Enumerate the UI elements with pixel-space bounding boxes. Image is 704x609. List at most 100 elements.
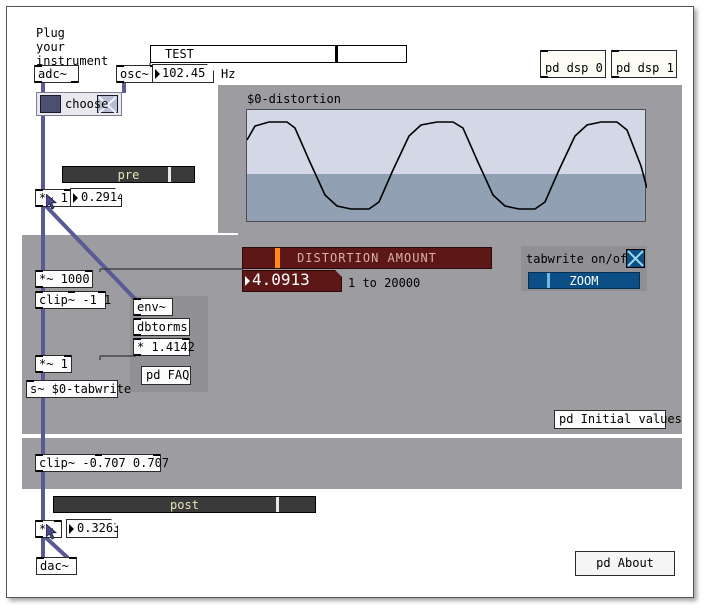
numberbox-distortion-amount[interactable]: 4.0913 xyxy=(242,270,342,292)
outlet-nub xyxy=(134,354,141,356)
inlet-nub xyxy=(67,291,75,293)
graph-distortion[interactable]: $0-distortion xyxy=(246,92,647,222)
outlet-nub xyxy=(35,81,42,83)
inlet-nub xyxy=(36,291,43,293)
object-env[interactable]: env~ xyxy=(133,298,173,316)
subpatch-about[interactable]: pd About xyxy=(575,551,675,576)
inlet-nub xyxy=(36,454,43,456)
slider-zoom[interactable]: ZOOM xyxy=(528,272,640,289)
inlet-nub xyxy=(541,50,548,52)
graph-waveform xyxy=(247,121,647,210)
toggle-tabwrite[interactable] xyxy=(626,249,645,268)
inlet-nub xyxy=(153,454,160,456)
object-dac[interactable]: dac~ xyxy=(36,557,77,575)
object-label: dbtorms xyxy=(137,320,188,334)
outlet-nub xyxy=(36,307,43,309)
inlet-nub xyxy=(27,380,34,382)
mouse-cursor-icon xyxy=(46,524,57,540)
numberbox-value: 0.3263 xyxy=(77,521,121,535)
slider-label: DISTORTION AMOUNT xyxy=(297,251,437,265)
object-label: osc~ xyxy=(120,67,149,81)
hradio-cell-0[interactable] xyxy=(40,95,61,113)
comment-range-hint: 1 to 20000 xyxy=(348,276,421,290)
object-label: dac~ xyxy=(40,559,69,573)
object-mult-1000[interactable]: *~ 1000 xyxy=(35,270,93,288)
inlet-nub xyxy=(64,355,71,357)
slider-label: post xyxy=(170,497,199,512)
subpatch-faq[interactable]: pd FAQ xyxy=(141,366,191,385)
object-osc[interactable]: osc~ xyxy=(116,65,158,83)
inlet-nub xyxy=(64,189,71,191)
inlet-nub xyxy=(85,270,92,272)
object-send-tabwrite[interactable]: s~ $0-tabwrite xyxy=(26,380,131,398)
object-mult-env[interactable]: *~ 1 xyxy=(35,355,72,373)
subpatch-dsp0[interactable]: pd dsp 0 xyxy=(540,50,606,78)
inlet-nub xyxy=(95,454,102,456)
slider-test[interactable]: TEST xyxy=(150,45,407,63)
outlet-nub xyxy=(134,334,141,336)
inlet-nub xyxy=(134,318,141,320)
object-label: * 1.4142 xyxy=(137,340,195,354)
outlet-nub xyxy=(71,81,78,83)
object-label: clip~ -0.707 0.707 xyxy=(39,456,170,470)
inlet-nub xyxy=(134,298,141,300)
object-label: env~ xyxy=(137,300,166,314)
object-label: clip~ -1 1 xyxy=(39,293,112,307)
inlet-nub xyxy=(36,520,43,522)
slider-post[interactable]: post xyxy=(53,496,316,513)
comment-plug-line2: your xyxy=(36,40,65,54)
inlet-nub xyxy=(36,189,43,191)
inlet-nub xyxy=(98,291,105,293)
subpatch-initial-values[interactable]: pd Initial values xyxy=(554,410,682,429)
object-dbtorms[interactable]: dbtorms xyxy=(133,318,190,336)
numberbox-post-gain[interactable]: 0.3263 xyxy=(66,519,118,538)
outlet-nub xyxy=(541,76,548,78)
object-label: *~ 1 xyxy=(39,357,68,371)
slider-label: ZOOM xyxy=(569,273,599,288)
numberbox-value: 4.0913 xyxy=(252,270,310,289)
outlet-nub xyxy=(612,76,619,78)
hradio-choose[interactable]: choose xyxy=(36,92,122,116)
object-clip-707[interactable]: clip~ -0.707 0.707 xyxy=(35,454,169,472)
pd-patch-window: Plug your instrument adc~ osc~ TEST 102.… xyxy=(0,0,704,609)
inlet-nub xyxy=(35,65,42,67)
object-clip-unit[interactable]: clip~ -1 1 xyxy=(35,291,111,309)
subpatch-dsp1[interactable]: pd dsp 1 xyxy=(611,50,677,78)
numberbox-pre-gain[interactable]: 0.2914 xyxy=(70,188,122,207)
object-label: adc~ xyxy=(38,67,67,81)
outlet-nub xyxy=(36,470,43,472)
slider-label: TEST xyxy=(165,47,194,61)
subpatch-label: pd dsp 1 xyxy=(616,61,674,75)
numberbox-frequency[interactable]: 102.45 xyxy=(152,64,214,83)
slider-distortion-amount[interactable]: DISTORTION AMOUNT xyxy=(242,247,492,269)
inlet-nub xyxy=(36,355,43,357)
inlet-nub xyxy=(612,50,619,52)
object-adc[interactable]: adc~ xyxy=(34,65,79,83)
inlet-nub xyxy=(37,557,44,559)
subpatch-label: pd dsp 0 xyxy=(545,61,603,75)
subpatch-label: pd FAQ xyxy=(146,368,190,382)
inlet-nub xyxy=(117,65,124,67)
outlet-nub xyxy=(36,286,43,288)
object-mult-sqrt2[interactable]: * 1.4142 xyxy=(133,338,195,356)
subpatch-label: pd About xyxy=(596,556,654,570)
outlet-nub xyxy=(36,371,43,373)
numberbox-value: 102.45 xyxy=(162,66,206,80)
comment-tabwrite-label: tabwrite on/off xyxy=(526,252,635,266)
graph-title: $0-distortion xyxy=(247,92,341,106)
object-label: s~ $0-tabwrite xyxy=(30,382,132,396)
outlet-nub xyxy=(134,314,141,316)
comment-plug-line1: Plug xyxy=(36,26,65,40)
slider-pre[interactable]: pre xyxy=(62,166,195,183)
numberbox-value: 0.2914 xyxy=(81,190,125,204)
hradio-label: choose xyxy=(65,97,109,111)
outlet-nub xyxy=(36,536,43,538)
inlet-nub xyxy=(182,338,189,340)
object-label: *~ 1000 xyxy=(39,272,90,286)
outlet-nub xyxy=(36,205,43,207)
x-glyph-icon xyxy=(627,250,644,267)
mouse-cursor-icon xyxy=(46,194,57,210)
slider-label: pre xyxy=(117,167,140,182)
inlet-nub xyxy=(54,520,61,522)
inlet-nub xyxy=(134,338,141,340)
